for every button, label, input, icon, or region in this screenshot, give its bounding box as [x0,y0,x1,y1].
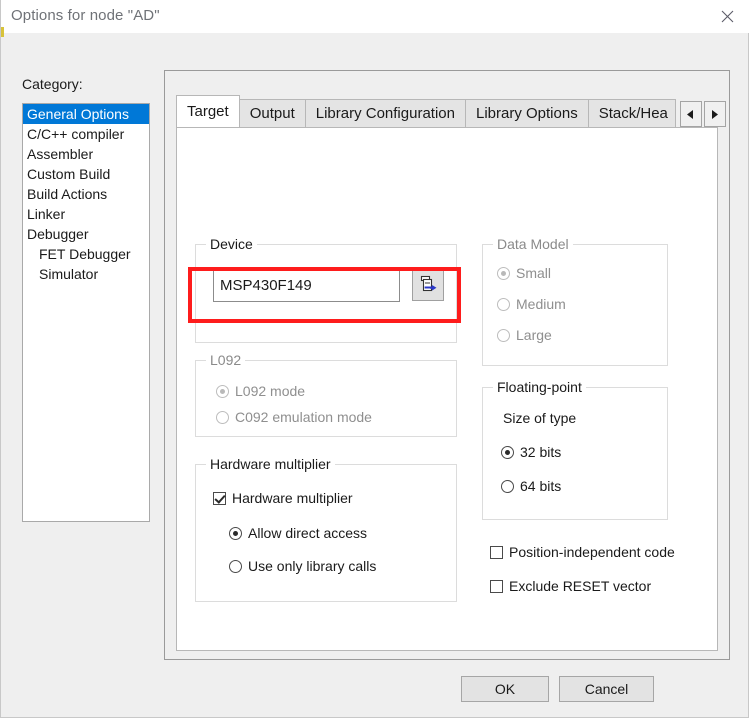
checkbox-label: Position-independent code [509,544,675,560]
tab-scroll-arrows [678,101,726,127]
radio-allow-direct-access[interactable]: Allow direct access [229,525,367,541]
title-bar: Options for node "AD" [1,0,749,37]
checkbox-indicator [490,579,503,593]
radio-indicator [497,297,510,311]
tab-content-target: Device MSP430F149 L092 L092 mode C092 em… [176,127,718,651]
tab-stack-heap[interactable]: Stack/Hea [587,99,676,127]
device-input[interactable]: MSP430F149 [213,269,400,302]
tab-scroll-right-button[interactable] [703,101,726,127]
ok-button[interactable]: OK [461,676,549,702]
radio-label: Allow direct access [248,525,368,541]
checkbox-indicator [213,491,226,505]
checkbox-label: Hardware multiplier [232,490,353,506]
category-item-fet-debugger[interactable]: FET Debugger [23,244,149,264]
l092-group: L092 L092 mode C092 emulation mode [195,352,457,437]
hardware-multiplier-group-title: Hardware multiplier [206,456,335,472]
category-item-build-actions[interactable]: Build Actions [23,184,149,204]
radio-label: C092 emulation mode [235,409,372,425]
category-item-assembler[interactable]: Assembler [23,144,149,164]
device-group: Device MSP430F149 [195,236,457,343]
device-group-title: Device [206,236,257,252]
tab-strip: Target Output Library Configuration Libr… [176,95,726,127]
radio-data-model-large[interactable]: Large [497,327,552,343]
checkbox-hardware-multiplier[interactable]: Hardware multiplier [213,490,353,506]
category-item-linker[interactable]: Linker [23,204,149,224]
radio-indicator [229,526,242,540]
radio-indicator [501,479,514,493]
radio-use-only-library-calls[interactable]: Use only library calls [229,558,376,574]
radio-float-32-bits[interactable]: 32 bits [501,444,561,460]
l092-group-title: L092 [206,352,246,368]
device-select-icon [420,275,436,292]
radio-label: 32 bits [520,444,562,460]
category-label: Category: [22,76,83,92]
close-icon [721,10,733,22]
checkbox-label: Exclude RESET vector [509,578,652,594]
radio-label: L092 mode [235,383,306,399]
radio-indicator [216,410,229,424]
radio-indicator [229,559,242,573]
hardware-multiplier-group: Hardware multiplier Hardware multiplier … [195,456,457,602]
tab-scroll-left-button[interactable] [679,101,702,127]
tab-library-options[interactable]: Library Options [464,99,589,127]
tab-library-configuration[interactable]: Library Configuration [304,99,466,127]
category-item-general-options[interactable]: General Options [23,104,149,124]
data-model-group-title: Data Model [493,236,573,252]
radio-l092-mode[interactable]: L092 mode [216,383,305,399]
floating-point-group-title: Floating-point [493,379,586,395]
checkbox-indicator [490,545,503,559]
radio-indicator [497,328,510,342]
category-item-c-cpp-compiler[interactable]: C/C++ compiler [23,124,149,144]
tab-output[interactable]: Output [238,99,306,127]
radio-indicator [497,266,510,280]
tab-target[interactable]: Target [176,95,240,127]
ok-button-label: OK [494,681,516,697]
radio-float-64-bits[interactable]: 64 bits [501,478,561,494]
window-edge-accent [1,27,4,37]
size-of-type-label: Size of type [503,410,577,426]
category-item-debugger[interactable]: Debugger [23,224,149,244]
radio-label: Medium [516,296,566,312]
radio-label: Small [516,265,552,281]
close-button[interactable] [704,0,749,32]
cancel-button-label: Cancel [584,681,629,697]
cancel-button[interactable]: Cancel [559,676,654,702]
chevron-right-icon [712,109,719,119]
radio-c092-emulation-mode[interactable]: C092 emulation mode [216,409,372,425]
radio-label: Use only library calls [248,558,377,574]
data-model-group: Data Model Small Medium Large [482,236,668,366]
checkbox-exclude-reset-vector[interactable]: Exclude RESET vector [490,578,651,594]
category-item-custom-build[interactable]: Custom Build [23,164,149,184]
radio-indicator [216,384,229,398]
radio-indicator [501,445,514,459]
chevron-left-icon [687,109,694,119]
category-list[interactable]: General Options C/C++ compiler Assembler… [22,103,150,522]
checkbox-position-independent-code[interactable]: Position-independent code [490,544,675,560]
radio-data-model-small[interactable]: Small [497,265,551,281]
radio-label: Large [516,327,552,343]
radio-data-model-medium[interactable]: Medium [497,296,566,312]
radio-label: 64 bits [520,478,562,494]
window-title: Options for node "AD" [11,7,160,24]
options-dialog: Options for node "AD" Category: General … [0,0,749,718]
category-item-simulator[interactable]: Simulator [23,264,149,284]
device-picker-button[interactable] [412,268,444,301]
floating-point-group: Floating-point Size of type 32 bits 64 b… [482,379,668,520]
